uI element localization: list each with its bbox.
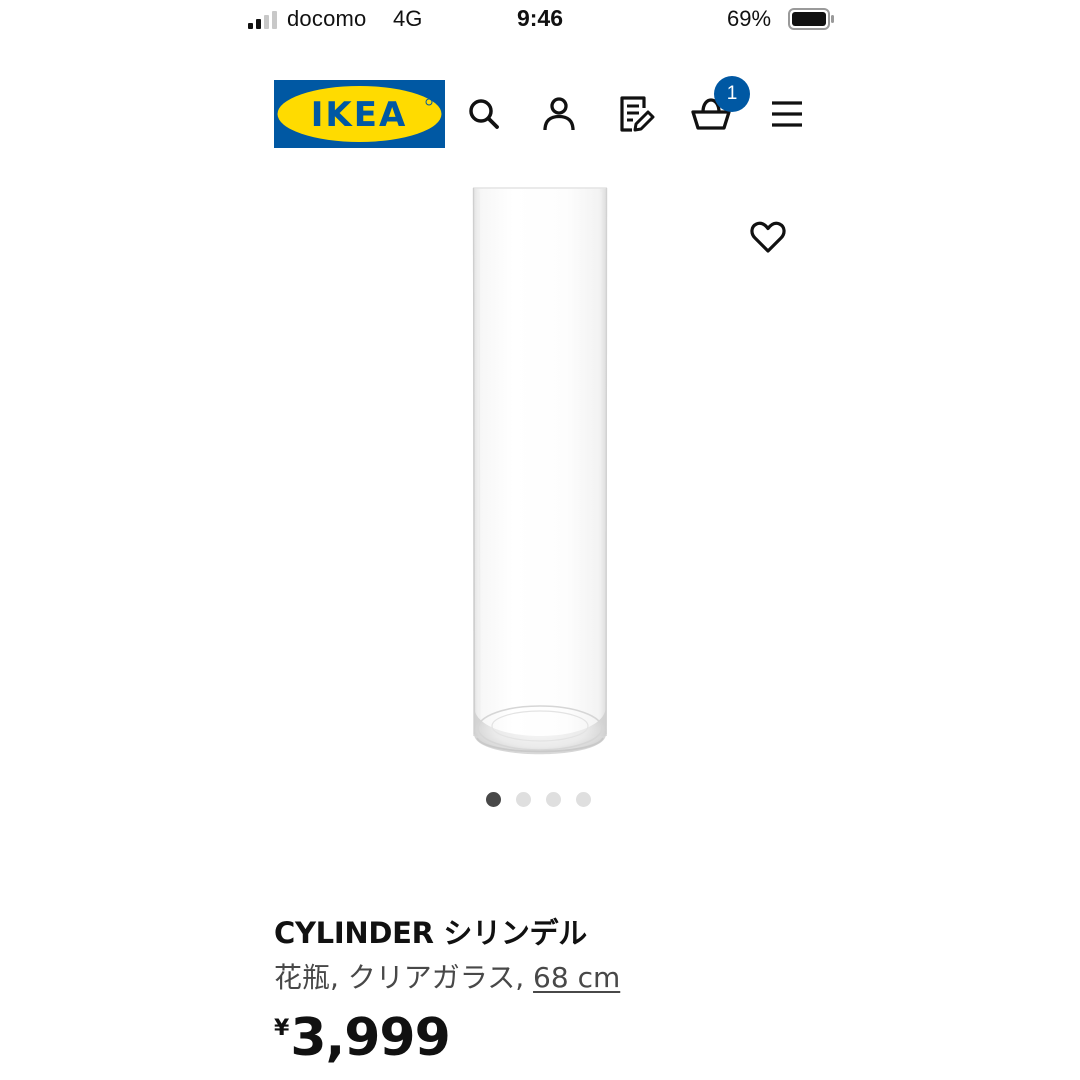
carousel-dot[interactable] [516,792,531,807]
search-icon [469,99,499,129]
heart-icon [750,221,786,253]
search-button[interactable] [464,94,504,134]
product-size-link[interactable]: 68 cm [533,961,620,994]
shopping-list-icon [620,96,655,132]
price-amount: 3,999 [290,1008,450,1068]
price-currency: ¥ [274,1016,290,1041]
product-page: docomo 4G 9:46 69% IKEA 1 CYLINDER シリンデル… [0,0,1080,1080]
favorite-button[interactable] [748,217,788,257]
shopping-list-button[interactable] [616,94,656,134]
account-button[interactable] [539,94,579,134]
logo-text: IKEA [311,95,408,135]
account-icon [543,97,575,131]
product-description: 花瓶, クリアガラス, 68 cm [274,956,620,996]
carousel-dot[interactable] [576,792,591,807]
carousel-dot[interactable] [486,792,501,807]
battery-icon [788,8,834,30]
menu-button[interactable] [767,94,807,134]
product-type: 花瓶, クリアガラス, [274,961,534,994]
site-header: IKEA 1 [274,76,814,148]
menu-icon [772,101,802,127]
product-name: CYLINDER シリンデル [274,916,587,950]
cart-count-badge: 1 [714,76,750,112]
image-carousel-indicator [486,792,591,808]
product-image-vase[interactable] [455,186,625,766]
battery-percent: 69% [727,6,772,31]
product-price: ¥ 3,999 [274,1006,451,1076]
status-bar: docomo 4G 9:46 69% [0,0,1080,40]
carousel-dot[interactable] [546,792,561,807]
ikea-logo[interactable]: IKEA [274,80,445,148]
clock: 9:46 [516,5,564,31]
